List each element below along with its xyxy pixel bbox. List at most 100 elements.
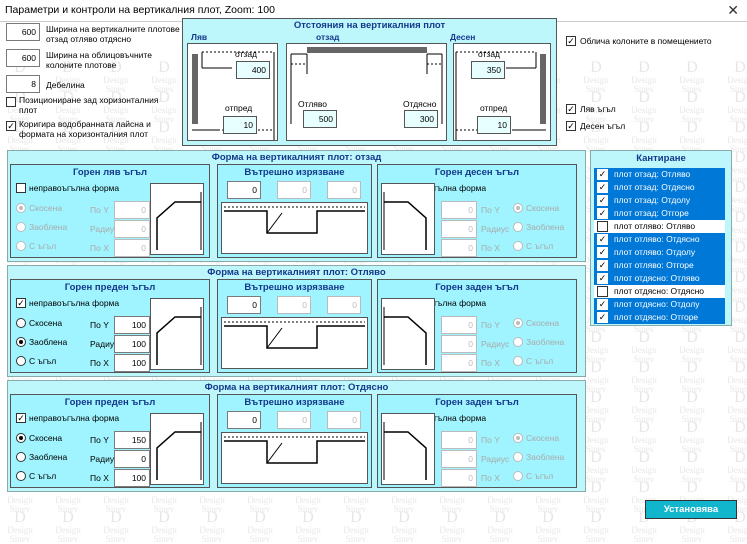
r-field-input[interactable]: 100 [114,335,150,353]
edging-item[interactable]: ✓ плот отдясно: Отляво [594,272,725,285]
left-corner-checkbox[interactable]: ✓ [566,104,576,114]
edging-checkbox[interactable]: ✓ [597,273,608,284]
cut-input-a[interactable]: 0 [227,411,261,429]
x-field-input[interactable]: 0 [441,354,477,372]
position-behind-checkbox[interactable] [6,97,16,107]
r-field-input[interactable]: 0 [114,450,150,468]
cut-input-a[interactable]: 0 [227,296,261,314]
y-field-input[interactable]: 100 [114,316,150,334]
watermark-tile: DDesignSinev [199,509,225,544]
round-radio[interactable] [16,337,26,347]
bevel-radio[interactable] [513,433,523,443]
cut-input-c[interactable]: 0 [327,296,361,314]
irregular-checkbox[interactable]: ✓ [16,298,26,308]
x-field-input[interactable]: 100 [114,354,150,372]
right-corner-checkbox[interactable]: ✓ [566,121,576,131]
clad-columns-checkbox[interactable]: ✓ [566,36,576,46]
bevel-radio[interactable] [16,203,26,213]
correct-checkbox[interactable]: ✓ [6,121,16,131]
bevel-radio[interactable] [513,203,523,213]
edging-item[interactable]: ✓ плот отдясно: Отдолу [594,298,725,311]
edging-item[interactable]: ✓ плот отзад: Отдясно [594,181,725,194]
edging-item[interactable]: ✓ плот отляво: Отгоре [594,259,725,272]
edging-checkbox[interactable]: ✓ [597,182,608,193]
left-back-input[interactable]: 400 [236,61,270,79]
cut-input-b[interactable]: 0 [277,296,311,314]
right-front-input[interactable]: 10 [477,116,511,134]
right-back-input[interactable]: 350 [471,61,505,79]
edging-checkbox[interactable]: ✓ [597,234,608,245]
edging-item[interactable]: ✓ плот отзад: Отдолу [594,194,725,207]
edging-item[interactable]: ✓ плот отляво: Отдясно [594,233,725,246]
watermark-tile: DDesignSinev [583,509,609,544]
left-front-input[interactable]: 10 [223,116,257,134]
rear_form-title: Форма на вертикалният плот: отзад [211,152,382,163]
corner-radio[interactable] [513,471,523,481]
x-field-input[interactable]: 100 [114,469,150,487]
corner-radio[interactable] [16,471,26,481]
corner-radio[interactable] [513,241,523,251]
edging-checkbox[interactable]: ✓ [597,247,608,258]
edging-checkbox[interactable]: ✓ [597,299,608,310]
y-field-input[interactable]: 0 [441,316,477,334]
edging-item[interactable]: ✓ плот отдясно: Отгоре [594,311,725,324]
y-field-input[interactable]: 0 [441,201,477,219]
edging-item-label: плот отляво: Отгоре [614,260,694,270]
rear-right-label: Отдясно [403,99,437,109]
edging-checkbox[interactable]: ✓ [597,195,608,206]
irregular-checkbox[interactable]: ✓ [16,413,26,423]
bevel-label: Скосена [526,433,560,443]
edging-checkbox[interactable]: ✓ [597,312,608,323]
x-field-input[interactable]: 0 [114,239,150,257]
bevel-radio[interactable] [16,433,26,443]
r-field-input[interactable]: 0 [441,450,477,468]
round-radio[interactable] [513,222,523,232]
cladding-width-label: Ширина на облицовъчните колоните плотове [46,50,152,70]
corner-radio[interactable] [513,356,523,366]
round-radio[interactable] [16,452,26,462]
apply-button[interactable]: Установява [645,500,737,519]
edging-checkbox[interactable] [597,221,608,232]
y-field-input[interactable]: 0 [114,201,150,219]
bevel-radio[interactable] [513,318,523,328]
edging-checkbox[interactable]: ✓ [597,208,608,219]
y-field-input[interactable]: 150 [114,431,150,449]
edging-item[interactable]: ✓ плот отляво: Отдолу [594,246,725,259]
cut-input-c[interactable]: 0 [327,411,361,429]
corner-radio[interactable] [16,241,26,251]
edging-checkbox[interactable] [597,286,608,297]
round-radio[interactable] [513,452,523,462]
edging-item[interactable]: ✓ плот отзад: Отляво [594,168,725,181]
edging-item[interactable]: ✓ плот отзад: Отгоре [594,207,725,220]
r-field-input[interactable]: 0 [441,220,477,238]
rear-width-input[interactable]: 600 [6,23,40,41]
irregular-checkbox[interactable] [16,183,26,193]
cut-input-b[interactable]: 0 [277,411,311,429]
edging-checkbox[interactable]: ✓ [597,260,608,271]
edging-checkbox[interactable]: ✓ [597,169,608,180]
edging-item[interactable]: плот отдясно: Отдясно [594,285,725,298]
x-field-input[interactable]: 0 [441,239,477,257]
cut-input-b[interactable]: 0 [277,181,311,199]
edging-item-label: плот отляво: Отляво [614,221,696,231]
rear-left-input[interactable]: 500 [303,110,337,128]
round-radio[interactable] [513,337,523,347]
y-field-label: По Y [90,435,109,445]
edging-item[interactable]: плот отляво: Отляво [594,220,725,233]
bevel-label: Скосена [29,433,63,443]
x-field-label: По X [90,473,109,483]
cut-input-c[interactable]: 0 [327,181,361,199]
cladding-width-input[interactable]: 600 [6,49,40,67]
rear-right-input[interactable]: 300 [404,110,438,128]
thickness-input[interactable]: 8 [6,75,40,93]
round-radio[interactable] [16,222,26,232]
cut-title: Вътрешно изрязване [244,167,345,178]
y-field-input[interactable]: 0 [441,431,477,449]
cut-input-a[interactable]: 0 [227,181,261,199]
corner-radio[interactable] [16,356,26,366]
bevel-radio[interactable] [16,318,26,328]
r-field-input[interactable]: 0 [441,335,477,353]
close-icon[interactable]: ✕ [727,2,739,19]
x-field-input[interactable]: 0 [441,469,477,487]
r-field-input[interactable]: 0 [114,220,150,238]
